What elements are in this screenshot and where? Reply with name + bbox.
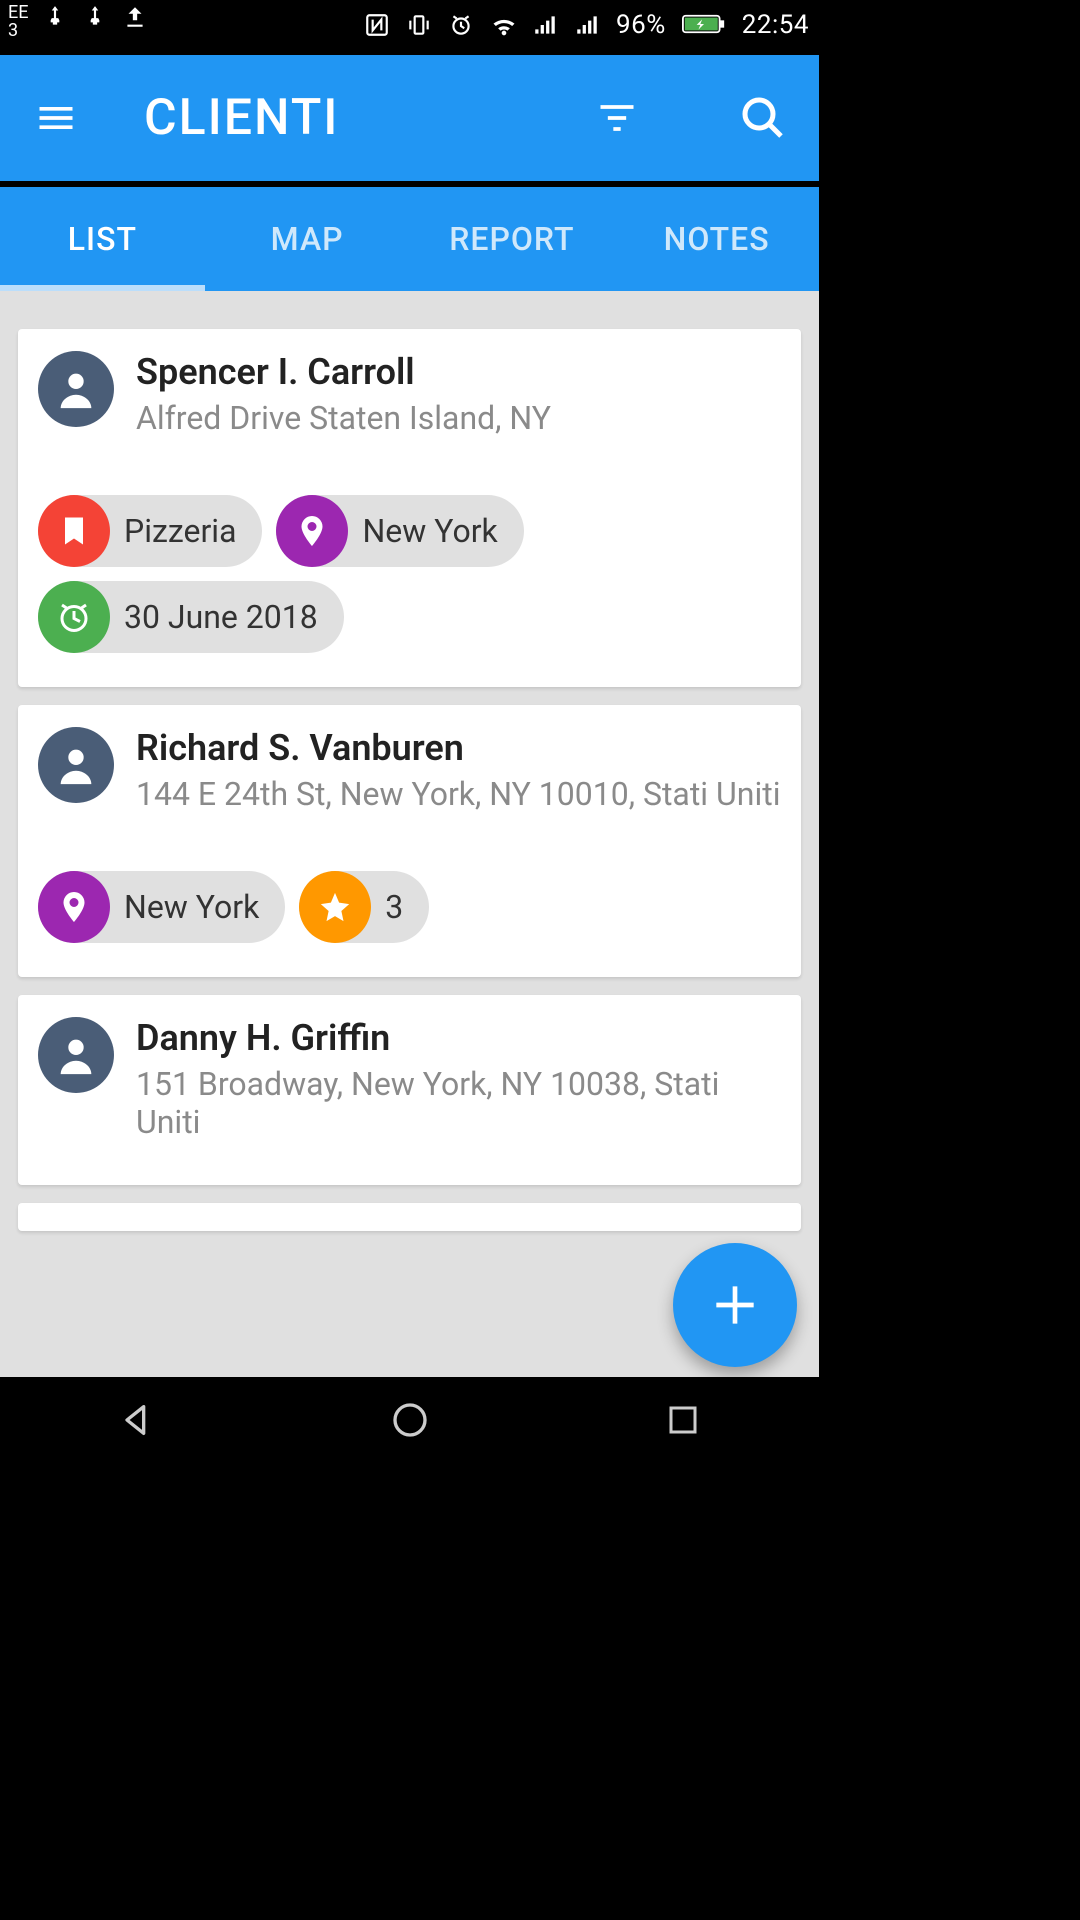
chip-label: 30 June 2018 bbox=[124, 598, 318, 636]
card-text: Spencer I. Carroll Alfred Drive Staten I… bbox=[136, 351, 551, 437]
alarm-icon bbox=[448, 12, 474, 38]
alarm-icon bbox=[38, 581, 110, 653]
avatar bbox=[38, 351, 114, 427]
chip-location[interactable]: New York bbox=[38, 871, 285, 943]
tab-map[interactable]: MAP bbox=[205, 187, 410, 291]
app-bar: CLIENTI bbox=[0, 55, 819, 181]
client-card[interactable]: Danny H. Griffin 151 Broadway, New York,… bbox=[18, 995, 801, 1185]
tab-notes[interactable]: NOTES bbox=[614, 187, 819, 291]
signal-icon bbox=[532, 12, 558, 38]
battery-percent: 96% bbox=[616, 10, 666, 40]
clock: 22:54 bbox=[742, 10, 809, 40]
chip-label: New York bbox=[362, 512, 497, 550]
card-text: Danny H. Griffin 151 Broadway, New York,… bbox=[136, 1017, 781, 1141]
client-name: Richard S. Vanburen bbox=[136, 727, 780, 769]
avatar bbox=[38, 1017, 114, 1093]
card-text: Richard S. Vanburen 144 E 24th St, New Y… bbox=[136, 727, 780, 813]
recent-apps-button[interactable] bbox=[653, 1390, 713, 1450]
tab-report[interactable]: REPORT bbox=[410, 187, 615, 291]
star-icon bbox=[299, 871, 371, 943]
bookmark-icon bbox=[38, 495, 110, 567]
carrier-label: EE 3 bbox=[8, 4, 28, 40]
chip-label: New York bbox=[124, 888, 259, 926]
tab-list[interactable]: LIST bbox=[0, 187, 205, 291]
content-area[interactable]: Spencer I. Carroll Alfred Drive Staten I… bbox=[0, 291, 819, 1377]
usb-icon bbox=[42, 4, 68, 30]
status-right: 96% 22:54 bbox=[364, 4, 809, 40]
status-bar: EE 3 96% bbox=[0, 0, 819, 55]
signal-icon bbox=[574, 12, 600, 38]
usb-icon bbox=[82, 4, 108, 30]
pin-icon bbox=[276, 495, 348, 567]
client-card[interactable]: Richard S. Vanburen 144 E 24th St, New Y… bbox=[18, 705, 801, 977]
nfc-icon bbox=[364, 12, 390, 38]
home-button[interactable] bbox=[380, 1390, 440, 1450]
tab-bar: LIST MAP REPORT NOTES bbox=[0, 187, 819, 291]
card-header: Spencer I. Carroll Alfred Drive Staten I… bbox=[38, 351, 781, 437]
back-button[interactable] bbox=[107, 1390, 167, 1450]
card-header: Danny H. Griffin 151 Broadway, New York,… bbox=[38, 1017, 781, 1141]
client-name: Danny H. Griffin bbox=[136, 1017, 781, 1059]
add-button[interactable] bbox=[673, 1243, 797, 1367]
vibrate-icon bbox=[406, 12, 432, 38]
chip-rating[interactable]: 3 bbox=[299, 871, 429, 943]
page-title: CLIENTI bbox=[144, 89, 559, 147]
carrier-bottom: 3 bbox=[8, 22, 28, 40]
card-header: Richard S. Vanburen 144 E 24th St, New Y… bbox=[38, 727, 781, 813]
client-card[interactable]: Spencer I. Carroll Alfred Drive Staten I… bbox=[18, 329, 801, 687]
filter-button[interactable] bbox=[589, 90, 645, 146]
client-address: Alfred Drive Staten Island, NY bbox=[136, 399, 551, 437]
chip-label: 3 bbox=[385, 888, 403, 926]
client-card-partial[interactable] bbox=[18, 1203, 801, 1231]
chip-row: Pizzeria New York 30 June 2018 bbox=[38, 495, 781, 653]
system-nav-bar bbox=[0, 1377, 819, 1462]
upload-icon bbox=[122, 4, 148, 30]
status-left: EE 3 bbox=[8, 4, 148, 40]
wifi-icon bbox=[490, 12, 516, 38]
chip-row: New York 3 bbox=[38, 871, 781, 943]
client-address: 151 Broadway, New York, NY 10038, Stati … bbox=[136, 1065, 781, 1141]
chip-category[interactable]: Pizzeria bbox=[38, 495, 262, 567]
avatar bbox=[38, 727, 114, 803]
hamburger-button[interactable] bbox=[28, 90, 84, 146]
client-address: 144 E 24th St, New York, NY 10010, Stati… bbox=[136, 775, 780, 813]
client-name: Spencer I. Carroll bbox=[136, 351, 551, 393]
chip-location[interactable]: New York bbox=[276, 495, 523, 567]
chip-date[interactable]: 30 June 2018 bbox=[38, 581, 344, 653]
battery-icon bbox=[682, 12, 726, 38]
pin-icon bbox=[38, 871, 110, 943]
chip-label: Pizzeria bbox=[124, 512, 236, 550]
search-button[interactable] bbox=[735, 90, 791, 146]
